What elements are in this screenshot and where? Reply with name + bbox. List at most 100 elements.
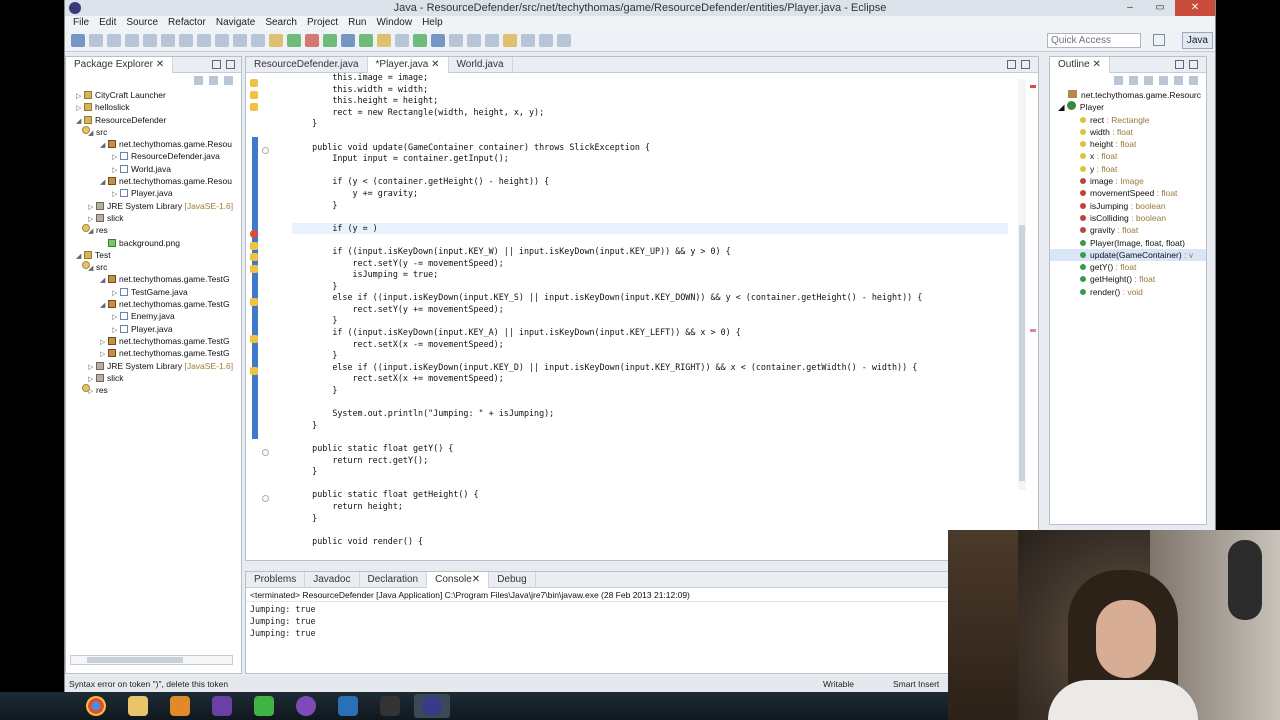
tab-player-java[interactable]: *Player.java ✕ — [367, 56, 449, 73]
view-menu-icon[interactable] — [224, 75, 233, 85]
code-line[interactable]: Input input = container.getInput(); — [292, 153, 1008, 165]
tree-item[interactable]: ▷ net.techythomas.game.TestG — [66, 335, 241, 347]
tab-world-java[interactable]: World.java — [449, 56, 513, 73]
collapse-all-icon[interactable] — [194, 75, 203, 85]
tab-console[interactable]: Console ✕ — [427, 571, 490, 588]
taskbar-eclipse[interactable] — [414, 694, 450, 718]
console-output[interactable]: <terminated> ResourceDefender [Java Appl… — [246, 588, 1012, 673]
code-line[interactable]: System.out.println("Jumping: " + isJumpi… — [292, 408, 1008, 420]
menu-navigate[interactable]: Navigate — [212, 16, 261, 30]
show-whitespace-icon[interactable] — [449, 34, 463, 47]
tree-item[interactable]: ◢ src — [66, 125, 241, 138]
open-type-icon[interactable] — [377, 34, 391, 47]
tree-item[interactable]: ▷ Player.java — [66, 323, 241, 335]
new-class-icon[interactable] — [359, 34, 373, 47]
tab-javadoc[interactable]: Javadoc — [305, 571, 360, 588]
outline-item[interactable]: ◢ Player — [1050, 101, 1206, 113]
outline-item[interactable]: height : float — [1050, 138, 1206, 150]
sort-icon[interactable] — [1129, 75, 1138, 85]
tree-item[interactable]: ◢ net.techythomas.game.Resou — [66, 138, 241, 150]
tree-item[interactable]: ▷ Enemy.java — [66, 310, 241, 322]
menu-file[interactable]: File — [69, 16, 95, 30]
outline-item-selected[interactable]: update(GameContainer) : v — [1050, 248, 1206, 262]
minimize-view-icon[interactable] — [212, 60, 221, 69]
fold-icon[interactable] — [262, 449, 269, 456]
code-line[interactable]: } — [292, 350, 1008, 362]
toggle-mark-occurrences-icon[interactable] — [413, 34, 427, 47]
build-icon[interactable] — [143, 34, 157, 47]
new-package-icon[interactable] — [341, 34, 355, 47]
code-line[interactable]: isJumping = true; — [292, 269, 1008, 281]
code-line[interactable]: rect.setX(x -= movementSpeed); — [292, 339, 1008, 351]
save-all-icon[interactable] — [107, 34, 121, 47]
hide-nonpublic-icon[interactable] — [1174, 75, 1183, 85]
code-line[interactable] — [292, 478, 1008, 490]
scroll-thumb[interactable] — [87, 657, 183, 663]
external-tools-icon[interactable] — [305, 34, 319, 47]
code-line[interactable]: } — [292, 466, 1008, 478]
menu-project[interactable]: Project — [303, 16, 344, 30]
taskbar-media-player[interactable] — [162, 694, 198, 718]
tree-item[interactable]: ◢ net.techythomas.game.TestG — [66, 273, 241, 285]
maximize-view-icon[interactable] — [226, 60, 235, 69]
save-icon[interactable] — [89, 34, 103, 47]
code-line[interactable]: rect.setX(x += movementSpeed); — [292, 373, 1008, 385]
tree-item[interactable]: ◢ ResourceDefender — [66, 114, 241, 126]
code-line[interactable]: } — [292, 315, 1008, 327]
code-line[interactable]: } — [292, 200, 1008, 212]
tree-item[interactable]: ▷ slick — [66, 212, 241, 224]
run-icon[interactable] — [287, 34, 301, 47]
maximize-view-icon[interactable] — [1189, 60, 1198, 69]
code-line[interactable] — [292, 397, 1008, 409]
code-line[interactable]: this.image = image; — [292, 73, 1008, 84]
outline-item[interactable]: y : float — [1050, 163, 1206, 175]
tree-item[interactable]: background.png — [66, 237, 241, 249]
code-line[interactable]: if (y = ) — [292, 222, 1008, 235]
code-editor[interactable]: this.image = image; this.width = width; … — [246, 73, 1038, 560]
code-line[interactable]: rect.setY(y -= movementSpeed); — [292, 258, 1008, 270]
taskbar-explorer[interactable] — [120, 694, 156, 718]
taskbar-movie-maker[interactable] — [372, 694, 408, 718]
tree-item[interactable]: ▷ helloslick — [66, 101, 241, 113]
code-line[interactable] — [292, 431, 1008, 443]
error-marker[interactable] — [1030, 85, 1036, 88]
close-button[interactable]: ✕ — [1175, 0, 1215, 16]
taskbar-app[interactable] — [246, 694, 282, 718]
tree-item[interactable]: ▷ JRE System Library [JavaSE-1.6] — [66, 360, 241, 372]
tree-item[interactable]: ◢ net.techythomas.game.TestG — [66, 298, 241, 310]
tab-debug[interactable]: Debug — [489, 571, 536, 588]
back-icon[interactable] — [521, 34, 535, 47]
tree-item[interactable]: ▷ CityCraft Launcher — [66, 89, 241, 101]
tree-item[interactable]: ◢ src — [66, 261, 241, 273]
menu-edit[interactable]: Edit — [95, 16, 122, 30]
outline-item[interactable]: movementSpeed : float — [1050, 187, 1206, 199]
tree-item[interactable]: ◢ res — [66, 224, 241, 236]
outline-item[interactable]: render() : void — [1050, 286, 1206, 298]
link-with-editor-icon[interactable] — [209, 75, 218, 85]
outline-item[interactable]: Player(Image, float, float) — [1050, 237, 1206, 249]
code-line[interactable]: } — [292, 118, 1008, 130]
code-line[interactable]: public static float getY() { — [292, 443, 1008, 455]
forward-icon[interactable] — [539, 34, 553, 47]
code-line[interactable]: } — [292, 420, 1008, 432]
tree-item[interactable]: ▷ res — [66, 384, 241, 396]
debug-icon[interactable] — [269, 34, 283, 47]
code-line[interactable]: public void update(GameContainer contain… — [292, 142, 1008, 154]
undo-icon[interactable] — [161, 34, 175, 47]
search-icon[interactable] — [395, 34, 409, 47]
code-line[interactable]: if ((input.isKeyDown(input.KEY_A) || inp… — [292, 327, 1008, 339]
taskbar-photoshop[interactable] — [330, 694, 366, 718]
toggle-highlight-icon[interactable] — [431, 34, 445, 47]
code-line[interactable]: rect = new Rectangle(width, height, x, y… — [292, 107, 1008, 119]
tab-declaration[interactable]: Declaration — [360, 571, 428, 588]
code-line[interactable] — [292, 165, 1008, 177]
code-line[interactable] — [292, 130, 1008, 142]
outline-item[interactable]: width : float — [1050, 126, 1206, 138]
outline-item[interactable]: image : Image — [1050, 175, 1206, 187]
outline-item[interactable]: getY() : float — [1050, 261, 1206, 273]
code-line[interactable] — [292, 211, 1008, 223]
java-perspective-button[interactable]: Java — [1181, 32, 1213, 49]
tab-package-explorer[interactable]: Package Explorer ✕ — [66, 56, 174, 73]
code-line[interactable]: } — [292, 281, 1008, 293]
maximize-editor-icon[interactable] — [1021, 60, 1030, 69]
